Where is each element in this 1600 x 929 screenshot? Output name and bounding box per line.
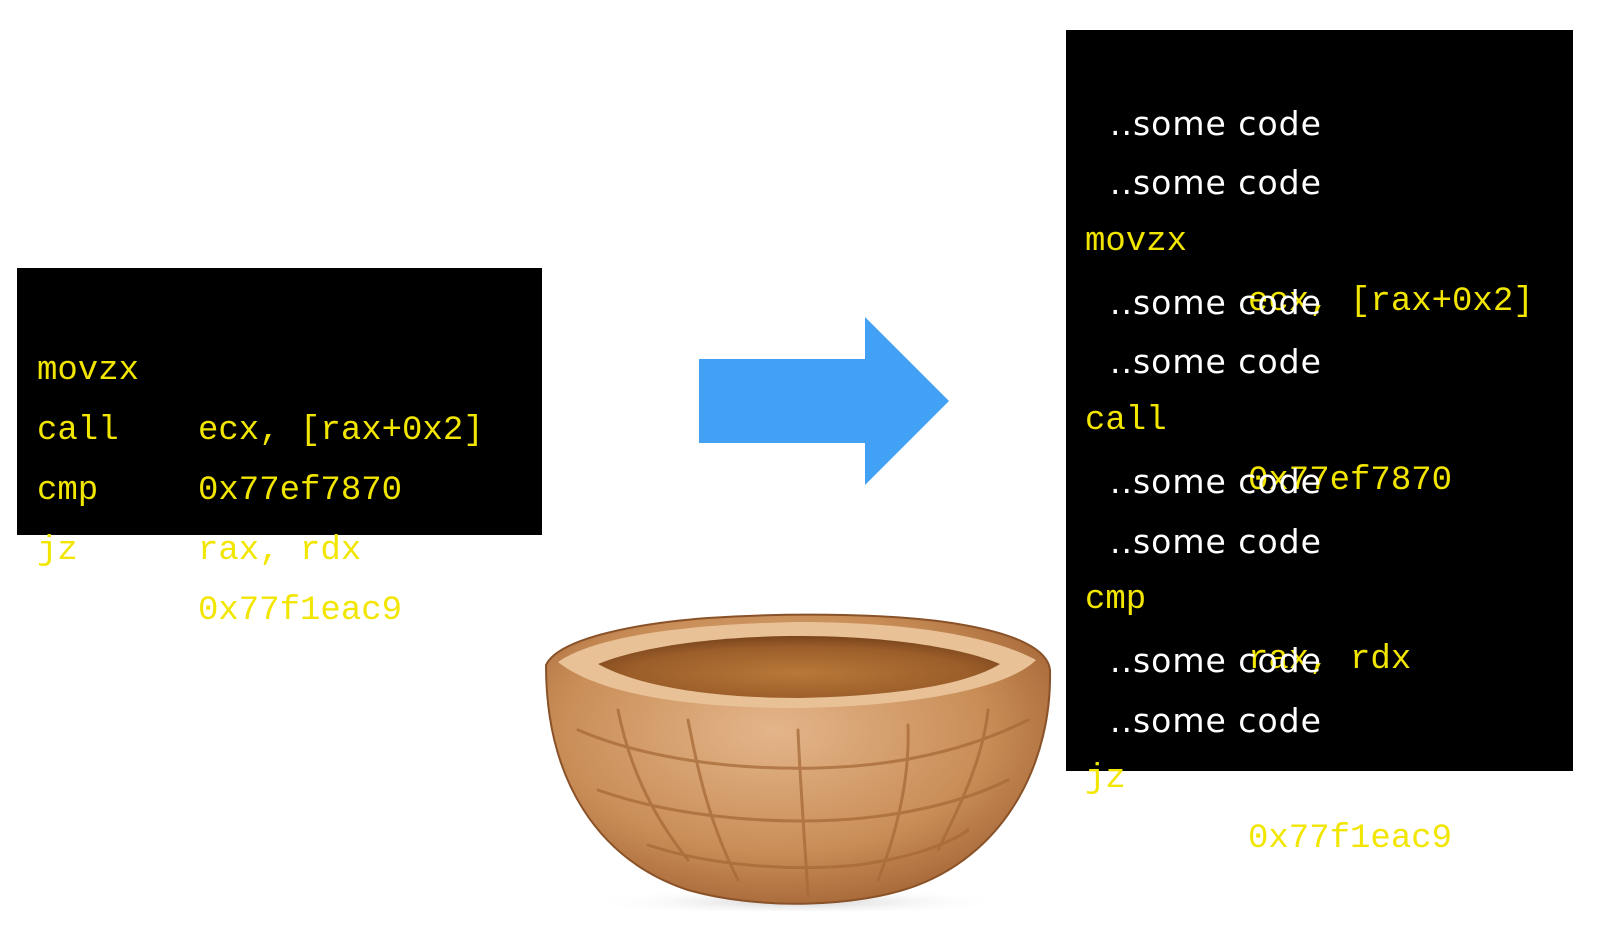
code-line: movzx ecx, [rax+0x2]: [1066, 153, 1573, 321]
walnut-shell-illustration: [544, 613, 1052, 911]
original-code-panel: movzx ecx, [rax+0x2] call 0x77ef7870 cmp…: [17, 268, 542, 630]
instruction-operand: 0x77f1eac9: [1248, 819, 1453, 858]
code-line-filler: ..some code: [1066, 34, 1573, 143]
arrow-shape: [699, 317, 949, 485]
code-line: cmp rax, rdx: [17, 401, 542, 570]
code-line-filler: ..some code: [1066, 94, 1573, 202]
instruction-operand: 0x77f1eac9: [198, 592, 403, 630]
instruction-mnemonic: jz: [1085, 760, 1126, 799]
instruction-mnemonic: jz: [37, 532, 78, 570]
obfuscated-code-panel: ..some code ..some code movzx ecx, [rax+…: [1066, 30, 1573, 858]
code-line-filler: ..some code: [1066, 452, 1573, 561]
code-line: movzx ecx, [rax+0x2]: [17, 281, 542, 450]
code-line-filler: ..some code: [1066, 213, 1573, 322]
right-arrow-icon: [699, 317, 949, 485]
code-line: cmp rax, rdx: [1066, 512, 1573, 679]
instruction-operand: rax, rdx: [198, 532, 362, 570]
code-line: call 0x77ef7870: [1066, 332, 1573, 500]
code-line-filler: ..some code: [1066, 273, 1573, 381]
code-line-filler: ..some code: [1066, 392, 1573, 501]
code-line: call 0x77ef7870: [17, 341, 542, 510]
code-line-filler: ..some code: [1066, 631, 1573, 740]
code-line: jz 0x77f1eac9: [1066, 691, 1573, 858]
code-line-filler: ..some code: [1066, 571, 1573, 680]
code-line: jz 0x77f1eac9: [17, 461, 542, 630]
